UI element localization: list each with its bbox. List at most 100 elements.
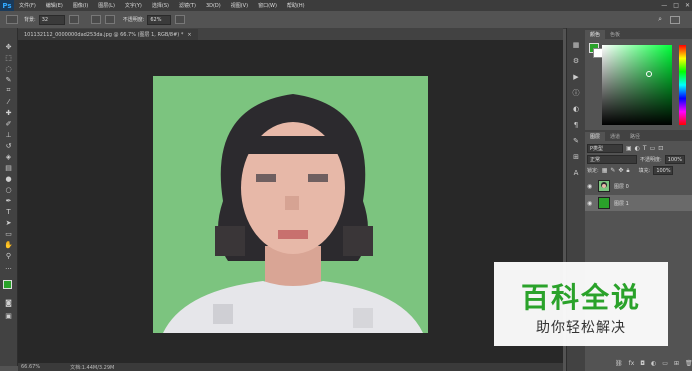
opacity-input[interactable]: 62%	[147, 14, 172, 25]
filter-smart-icon[interactable]: ⊡	[658, 145, 663, 152]
new-layer-icon[interactable]: ⊞	[674, 360, 679, 367]
tool-preset-icon[interactable]	[6, 15, 18, 24]
quick-mask-icon[interactable]: ◙	[3, 298, 14, 307]
marquee-tool-icon[interactable]: ⬚	[3, 53, 14, 62]
document-title: 101132112_0000000dad253da.jpg @ 66.7% (图…	[24, 32, 184, 38]
tab-close-icon[interactable]: ×	[187, 32, 191, 38]
styles-icon[interactable]: A	[571, 168, 581, 177]
lock-paint-icon[interactable]: ✎	[610, 167, 615, 174]
canvas-area[interactable]	[18, 40, 563, 363]
document-image[interactable]	[153, 76, 428, 333]
menu-help[interactable]: 帮助(H)	[282, 2, 310, 9]
tab-layers[interactable]: 图层	[585, 132, 606, 141]
dodge-tool-icon[interactable]: ○	[3, 185, 14, 194]
color-picker-field[interactable]	[602, 45, 672, 125]
healing-tool-icon[interactable]: ✚	[3, 108, 14, 117]
brush-tool-icon[interactable]: ✐	[3, 119, 14, 128]
stamp-tool-icon[interactable]: ⊥	[3, 130, 14, 139]
shape-tool-icon[interactable]: ▭	[3, 229, 14, 238]
filter-adjust-icon[interactable]: ◐	[635, 145, 640, 152]
blur-tool-icon[interactable]: ●	[3, 174, 14, 183]
quick-select-tool-icon[interactable]: ✎	[3, 75, 14, 84]
tab-paths[interactable]: 路径	[625, 132, 645, 141]
menu-edit[interactable]: 编辑(E)	[41, 2, 68, 9]
sample-mode-icon[interactable]	[90, 15, 101, 24]
type-tool-icon[interactable]: T	[3, 207, 14, 216]
new-adjustment-icon[interactable]: ◐	[651, 360, 656, 367]
eraser-tool-icon[interactable]: ◈	[3, 152, 14, 161]
protect-icon[interactable]	[104, 15, 115, 24]
layer-filter-select[interactable]: P类型	[587, 144, 623, 153]
hue-slider[interactable]	[679, 45, 686, 125]
hand-tool-icon[interactable]: ✋	[3, 240, 14, 249]
lasso-tool-icon[interactable]: ◌	[3, 64, 14, 73]
minimize-button[interactable]: —	[661, 2, 667, 9]
move-tool-icon[interactable]: ✥	[3, 42, 14, 51]
picker-cursor[interactable]	[646, 71, 652, 77]
properties-icon[interactable]: ⚙	[571, 56, 581, 65]
brush-settings-icon[interactable]: ✎	[571, 136, 581, 145]
menu-layer[interactable]: 图层(L)	[93, 2, 120, 9]
play-actions-icon[interactable]: ▶	[571, 72, 581, 81]
filter-pixel-icon[interactable]: ▣	[626, 145, 632, 152]
close-button[interactable]: ✕	[685, 2, 690, 9]
link-layers-icon[interactable]: ⛓	[615, 360, 623, 367]
menu-type[interactable]: 文字(Y)	[120, 2, 147, 9]
lock-all-icon[interactable]: 🔒︎	[626, 167, 629, 175]
gradient-tool-icon[interactable]: ▤	[3, 163, 14, 172]
adjustments-icon[interactable]: ◐	[571, 104, 581, 113]
screen-mode-icon[interactable]: ▣	[3, 311, 14, 320]
zoom-tool-icon[interactable]: ⚲	[3, 251, 14, 260]
layer-opacity-input[interactable]: 100%	[664, 155, 685, 164]
visibility-eye-icon[interactable]: ◉	[587, 200, 595, 207]
layer-name[interactable]: 图层 1	[614, 200, 629, 207]
search-icon[interactable]: ⌕	[658, 15, 662, 24]
menu-file[interactable]: 文件(F)	[14, 2, 41, 9]
blend-mode-select[interactable]: 正常	[587, 155, 637, 164]
filter-shape-icon[interactable]: ▭	[650, 145, 656, 152]
menu-select[interactable]: 选择(S)	[147, 2, 174, 9]
zoom-level[interactable]: 66.67%	[21, 364, 40, 370]
more-tools-icon[interactable]: ···	[3, 264, 14, 273]
lock-move-icon[interactable]: ✥	[618, 167, 623, 174]
layer-name[interactable]: 图层 0	[614, 183, 629, 190]
menu-filter[interactable]: 滤镜(T)	[174, 2, 201, 9]
fill-input[interactable]: 100%	[653, 166, 674, 175]
crop-tool-icon[interactable]: ⌗	[3, 86, 14, 95]
photoshop-logo: Ps	[0, 0, 14, 11]
info-icon[interactable]: ⓘ	[571, 88, 581, 97]
menu-3d[interactable]: 3D(D)	[201, 3, 226, 9]
add-style-icon[interactable]: fx	[629, 360, 635, 367]
layer-row-1[interactable]: ◉ 图层 1	[585, 195, 692, 211]
brush-panel-icon[interactable]	[68, 15, 79, 24]
add-mask-icon[interactable]: ◘	[640, 360, 645, 367]
layer-row-0[interactable]: ◉ 图层 0	[585, 178, 692, 194]
filter-type-icon[interactable]: T	[643, 145, 647, 152]
size-label: 背景:	[24, 17, 36, 23]
pen-tool-icon[interactable]: ✒	[3, 196, 14, 205]
restore-button[interactable]: □	[673, 2, 679, 9]
history-icon[interactable]: ▦	[571, 40, 581, 49]
clone-source-icon[interactable]: ⊞	[571, 152, 581, 161]
path-select-tool-icon[interactable]: ➤	[3, 218, 14, 227]
menu-window[interactable]: 窗口(W)	[253, 2, 282, 9]
eyedropper-tool-icon[interactable]: ⁄	[3, 97, 14, 106]
menu-view[interactable]: 视图(V)	[226, 2, 253, 9]
history-brush-tool-icon[interactable]: ↺	[3, 141, 14, 150]
delete-layer-icon[interactable]: 🗑︎	[685, 360, 692, 367]
new-group-icon[interactable]: ▭	[662, 360, 668, 367]
size-input[interactable]: 32	[38, 14, 65, 25]
document-info: 文档:1.44M/3.29M	[70, 364, 115, 371]
lock-pixels-icon[interactable]: ▦	[602, 167, 608, 174]
workspace-icon[interactable]	[670, 16, 680, 24]
menu-image[interactable]: 图像(I)	[68, 2, 93, 9]
opacity-dropdown-icon[interactable]	[175, 15, 186, 24]
tab-channels[interactable]: 通道	[605, 132, 625, 141]
tab-color[interactable]: 颜色	[585, 30, 606, 39]
document-tab[interactable]: 101132112_0000000dad253da.jpg @ 66.7% (图…	[18, 29, 198, 40]
visibility-eye-icon[interactable]: ◉	[587, 183, 595, 190]
foreground-color-swatch[interactable]	[3, 280, 12, 289]
layer-opacity-label: 不透明度:	[640, 157, 662, 163]
paragraph-icon[interactable]: ¶	[571, 120, 581, 129]
tab-swatches[interactable]: 色板	[605, 30, 625, 39]
